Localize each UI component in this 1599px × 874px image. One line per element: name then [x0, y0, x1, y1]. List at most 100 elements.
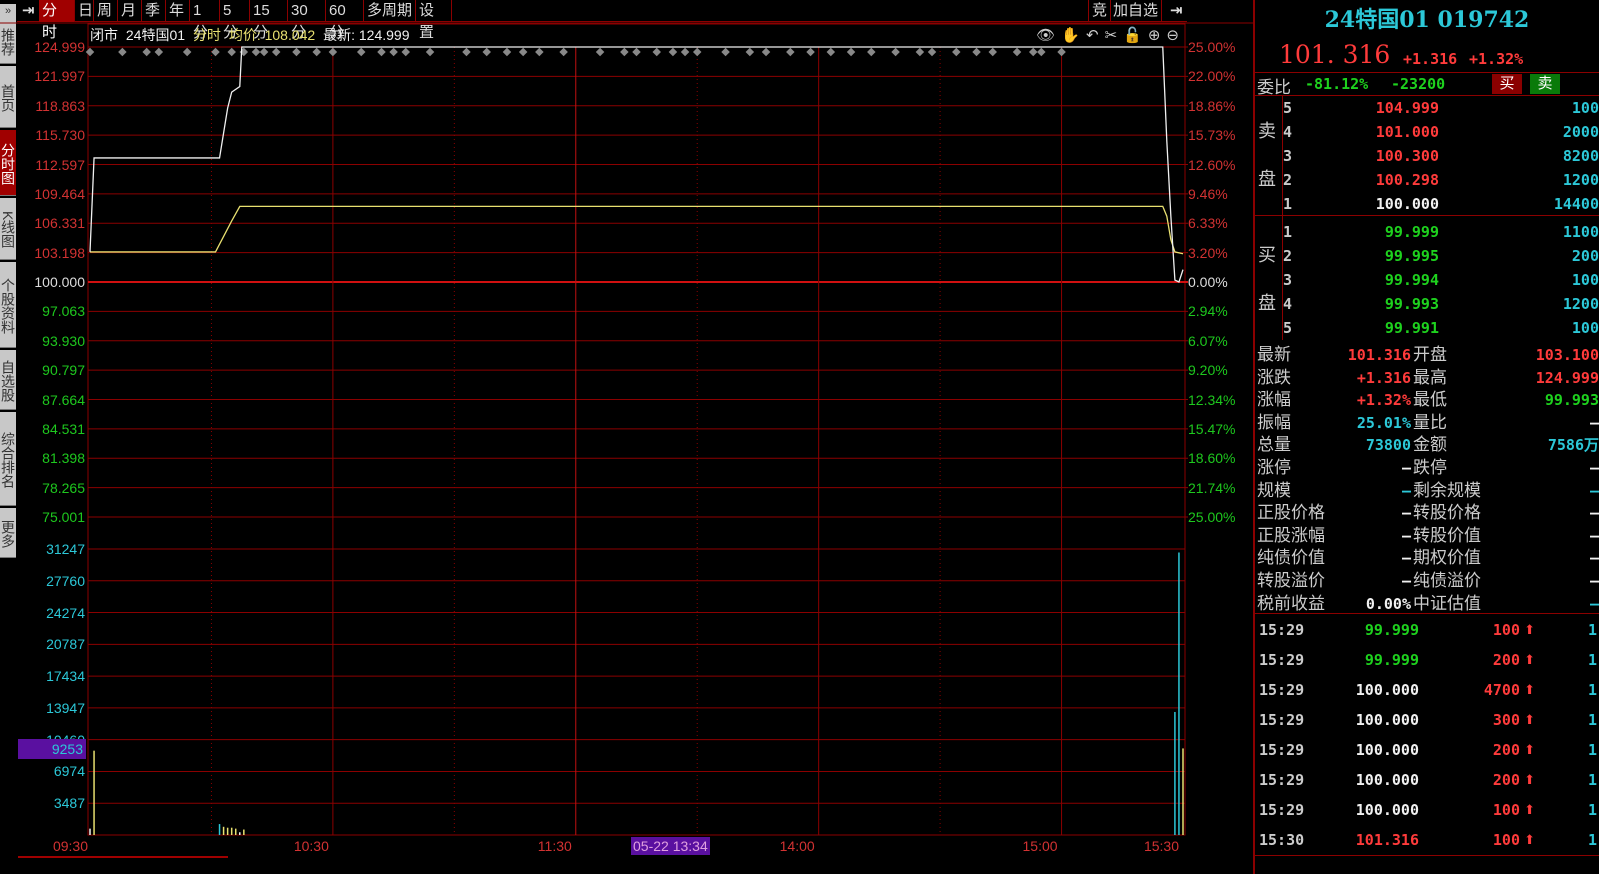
event-marker — [1037, 47, 1046, 57]
stat-value: – — [1589, 526, 1599, 545]
stat-row: 税前收益 0.00% 中证估值 – — [1257, 593, 1599, 615]
trade-time: 15:29 — [1259, 741, 1305, 759]
trade-volume: 100 — [1492, 801, 1520, 819]
trade-volume: 100 — [1492, 831, 1520, 849]
sell-button[interactable]: 卖 — [1530, 74, 1560, 94]
stat-label: 期权价值 — [1413, 548, 1481, 568]
book-price: 100.300 — [1375, 147, 1439, 165]
order-book-row[interactable]: 5 104.999 100 — [1259, 97, 1599, 119]
trade-volume: 100 — [1492, 621, 1520, 639]
stat-label: 中证估值 — [1413, 593, 1481, 613]
stat-label: 剩余规模 — [1413, 480, 1481, 500]
book-level: 2 — [1283, 247, 1293, 265]
trade-count: 1 — [1587, 681, 1597, 699]
stat-label: 正股价格 — [1257, 503, 1325, 523]
trade-time: 15:29 — [1259, 771, 1305, 789]
stat-value: – — [1401, 481, 1411, 500]
stat-row: 转股溢价 – 纯债溢价 – — [1257, 570, 1599, 592]
quote-panel: 24特国01 019742 101. 316 +1.316 +1.32% 委比 … — [1253, 0, 1599, 874]
stat-row: 涨停 – 跌停 – — [1257, 457, 1599, 479]
order-book-row[interactable]: 3 100.300 8200 — [1259, 145, 1599, 167]
stat-row: 正股价格 – 转股价格 – — [1257, 502, 1599, 524]
event-marker — [85, 47, 95, 57]
stat-label: 跌停 — [1413, 458, 1447, 477]
event-marker — [846, 47, 856, 57]
order-book-row[interactable]: 3 99.994 100 — [1259, 269, 1599, 291]
event-marker — [668, 47, 678, 57]
stat-label: 纯债价值 — [1257, 548, 1325, 568]
event-marker — [867, 47, 876, 57]
up-arrow-icon: ⬆ — [1524, 712, 1535, 727]
book-level: 1 — [1283, 223, 1293, 241]
trade-row: 15:29 99.999 200 ⬆ 1 — [1259, 649, 1599, 671]
order-book-row[interactable]: 2 100.298 1200 — [1259, 169, 1599, 191]
order-book-row[interactable]: 4 101.000 2000 — [1259, 121, 1599, 143]
stat-value: – — [1589, 549, 1599, 568]
event-marker — [518, 47, 528, 57]
book-price: 100.298 — [1375, 171, 1439, 189]
event-marker — [915, 47, 925, 57]
stat-label: 正股涨幅 — [1257, 525, 1325, 545]
book-price: 99.991 — [1384, 319, 1439, 337]
event-marker — [142, 47, 151, 57]
stat-value: – — [1589, 504, 1599, 523]
stat-row: 规模 – 剩余规模 – — [1257, 480, 1599, 502]
trade-count: 1 — [1587, 621, 1597, 639]
trade-time: 15:29 — [1259, 801, 1305, 819]
stat-label: 金额 — [1413, 435, 1447, 455]
intraday-chart[interactable] — [0, 0, 1253, 874]
trade-time: 15:29 — [1259, 711, 1305, 729]
trade-volume: 200 — [1492, 741, 1520, 759]
book-level: 1 — [1283, 195, 1293, 213]
order-book-row[interactable]: 4 99.993 1200 — [1259, 293, 1599, 315]
trade-price: 99.999 — [1364, 651, 1419, 669]
event-marker — [389, 47, 398, 57]
book-price: 99.999 — [1384, 223, 1439, 241]
book-volume: 14400 — [1553, 195, 1599, 213]
event-marker — [251, 47, 261, 57]
order-book-row[interactable]: 2 99.995 200 — [1259, 245, 1599, 267]
stat-value: 25.01% — [1356, 413, 1411, 432]
trade-price: 100.000 — [1355, 711, 1419, 729]
book-level: 3 — [1283, 271, 1293, 289]
stat-row: 振幅 25.01% 量比 – — [1257, 412, 1599, 434]
order-book-row[interactable]: 1 99.999 1100 — [1259, 221, 1599, 243]
stat-value: – — [1401, 572, 1411, 590]
stat-row: 最新 101.316 开盘 103.100 — [1257, 344, 1599, 366]
event-marker — [425, 47, 435, 57]
event-marker — [535, 47, 544, 57]
trade-list: 15:29 99.999 100 ⬆ 1 15:29 99.999 200 ⬆ 1 15:29 100… — [1255, 614, 1599, 854]
order-book-row[interactable]: 5 99.991 100 — [1259, 317, 1599, 339]
stat-value: 99.993 — [1544, 391, 1599, 410]
book-volume: 1200 — [1562, 171, 1599, 189]
event-marker — [595, 47, 605, 57]
stat-label: 规模 — [1257, 480, 1291, 500]
trade-row: 15:29 99.999 100 ⬆ 1 — [1259, 619, 1599, 641]
event-marker — [927, 47, 937, 57]
up-arrow-icon: ⬆ — [1524, 832, 1535, 847]
event-marker — [826, 47, 836, 57]
event-marker — [377, 47, 386, 57]
stat-label: 最低 — [1413, 390, 1447, 410]
buy-button[interactable]: 买 — [1492, 74, 1522, 94]
order-book-row[interactable]: 1 100.000 14400 — [1259, 193, 1599, 215]
trade-price: 99.999 — [1364, 621, 1419, 639]
event-marker — [1028, 47, 1038, 57]
trade-volume: 4700 — [1483, 681, 1520, 699]
stat-label: 转股价格 — [1413, 503, 1481, 523]
book-level: 4 — [1283, 295, 1293, 313]
stat-value: – — [1589, 572, 1599, 590]
event-marker — [502, 47, 512, 57]
trade-row: 15:29 100.000 4700 ⬆ 1 — [1259, 679, 1599, 701]
book-volume: 100 — [1571, 319, 1599, 337]
event-marker — [745, 47, 755, 57]
stat-label: 转股溢价 — [1257, 571, 1325, 590]
stat-value: – — [1401, 459, 1411, 477]
weibi-diff: -23200 — [1391, 75, 1446, 93]
stat-label: 涨停 — [1257, 458, 1291, 477]
event-marker — [259, 47, 269, 57]
event-marker — [292, 47, 301, 57]
trade-time: 15:30 — [1259, 831, 1305, 849]
stat-row: 涨跌 +1.316 最高 124.999 — [1257, 367, 1599, 389]
trade-count: 1 — [1587, 831, 1597, 849]
